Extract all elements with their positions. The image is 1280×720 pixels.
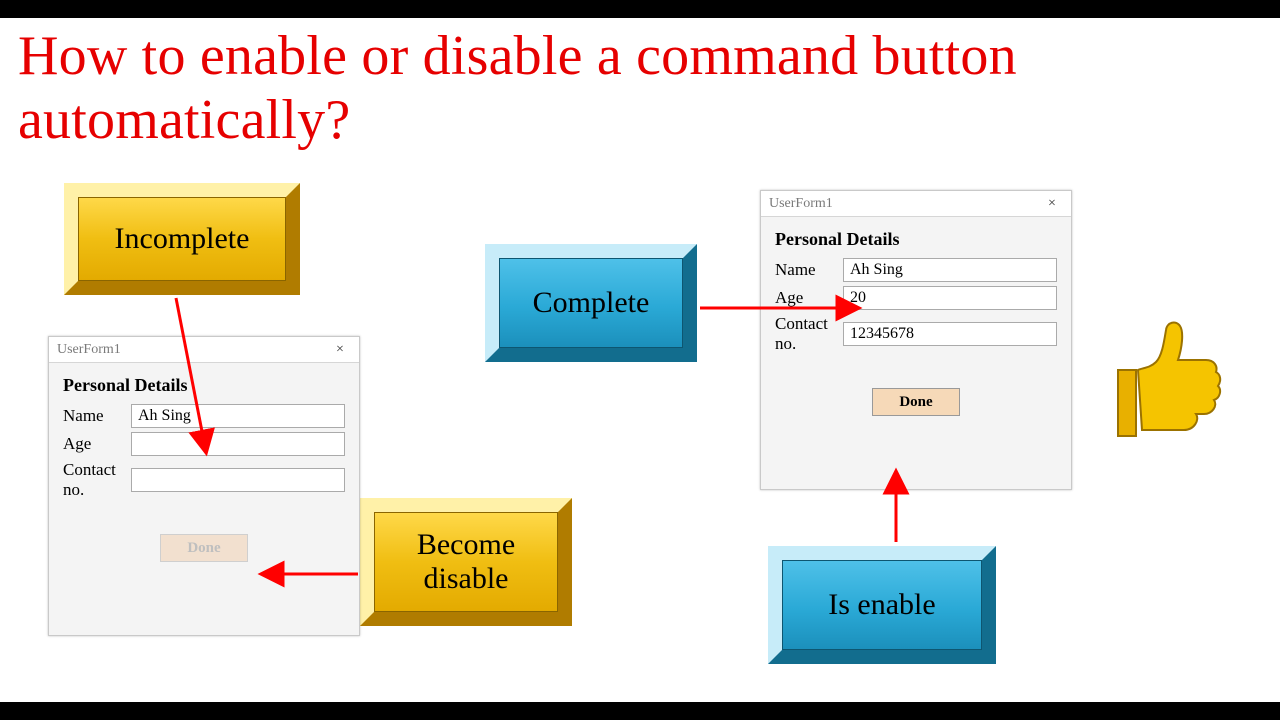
age-input[interactable] [843,286,1057,310]
contact-label: Contact no. [775,314,843,354]
name-label: Name [63,406,131,426]
panel-incomplete: Incomplete [64,183,300,295]
close-icon[interactable]: × [1041,196,1063,212]
age-label: Age [63,434,131,454]
done-button[interactable]: Done [872,388,960,416]
panel-complete-label: Complete [533,286,650,321]
contact-label: Contact no. [63,460,131,500]
contact-input[interactable] [131,468,345,492]
form-heading: Personal Details [63,375,345,396]
panel-become-disable: Become disable [360,498,572,626]
done-button: Done [160,534,248,562]
panel-is-enable-label: Is enable [828,588,935,623]
userform-title: UserForm1 [769,196,833,212]
age-label: Age [775,288,843,308]
panel-become-disable-label: Become disable [374,528,558,597]
panel-complete: Complete [485,244,697,362]
userform-complete: UserForm1 × Personal Details Name Age Co… [760,190,1072,490]
name-label: Name [775,260,843,280]
contact-input[interactable] [843,322,1057,346]
panel-incomplete-label: Incomplete [115,222,250,257]
panel-is-enable: Is enable [768,546,996,664]
page-title: How to enable or disable a command butto… [18,24,1280,153]
thumbs-up-icon [1108,308,1228,465]
name-input[interactable] [131,404,345,428]
close-icon[interactable]: × [329,342,351,358]
age-input[interactable] [131,432,345,456]
form-heading: Personal Details [775,229,1057,250]
name-input[interactable] [843,258,1057,282]
userform-incomplete: UserForm1 × Personal Details Name Age Co… [48,336,360,636]
userform-title: UserForm1 [57,342,121,358]
